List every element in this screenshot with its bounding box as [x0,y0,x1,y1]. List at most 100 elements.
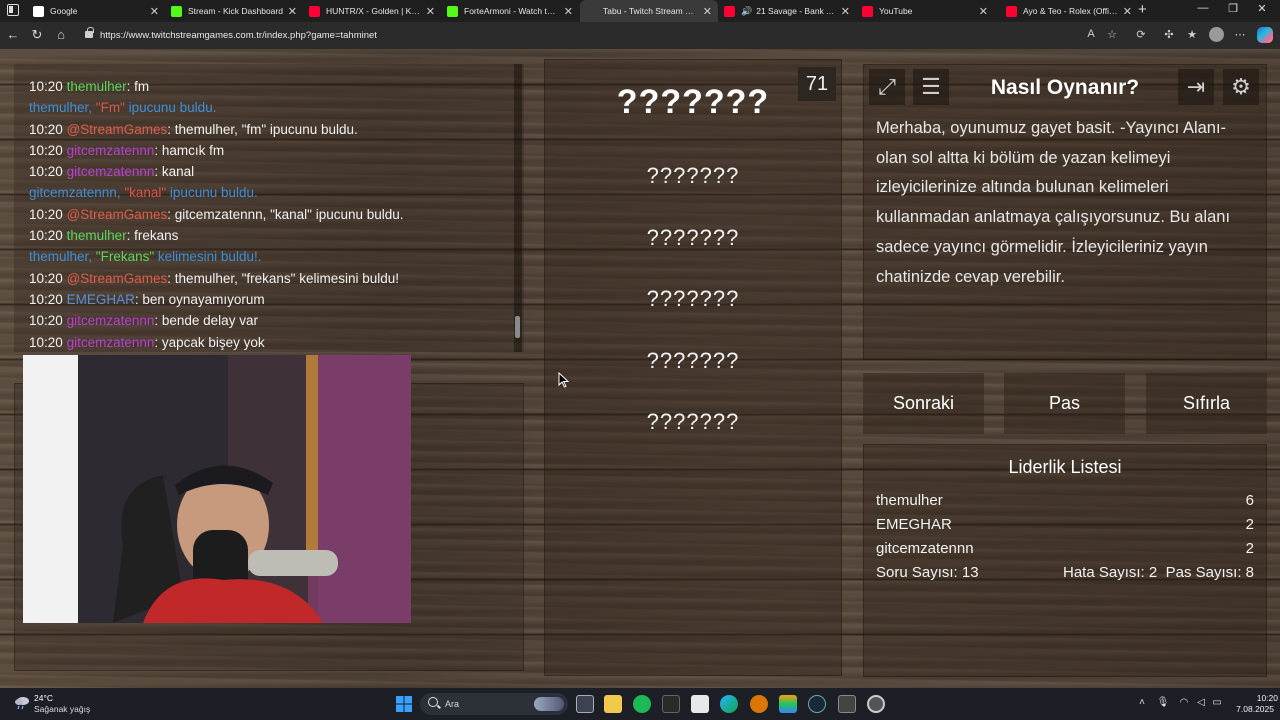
minimize-button[interactable]: — [1193,2,1213,14]
tab-title: YouTube [879,6,913,16]
clock-time[interactable]: 10:20 [1238,693,1278,703]
back-icon[interactable]: ← [5,27,21,42]
tab-favicon-icon [447,5,458,17]
chat-scroll-thumb[interactable] [515,316,520,338]
file-explorer-icon[interactable] [604,695,622,713]
browser-tab[interactable]: Tabu - Twitch Stream Game ✕ [580,0,718,22]
app-icon[interactable] [750,695,768,713]
terminal-icon[interactable] [662,695,680,713]
notes-icon[interactable]: ☰ [913,69,949,105]
browser-tab[interactable]: YouTube ✕ [856,0,994,22]
chat-message: 10:20 @StreamGames: themulher, "fm" ipuc… [29,119,509,140]
task-view-icon[interactable] [576,695,594,713]
chat-text: : ben oynayamıyorum [134,291,265,307]
restore-button[interactable]: ❐ [1223,2,1243,15]
edge-browser-icon[interactable] [720,695,738,713]
pass-button[interactable]: Pas [1004,373,1125,434]
leaderboard-row: gitcemzatennn 2 [876,540,1254,560]
chat-message: 10:20 gitcemzatennn: yapcak bişey yok [29,332,509,353]
chat-message: 10:20 gitcemzatennn: hamcık fm [29,140,509,161]
clock-date[interactable]: 7.08.2025 [1226,704,1274,714]
fullscreen-icon[interactable]: ⤢ [869,69,905,105]
chat-timestamp: 10:20 [29,206,63,222]
reload-icon[interactable]: ↻ [29,27,45,43]
weather-temperature[interactable]: 24°C [34,693,53,703]
browser-tab[interactable]: Ayo & Teo - Rolex (Official ✕ [1000,0,1138,22]
chat-username: @StreamGames [66,206,168,222]
chat-username: @StreamGames [66,121,168,137]
profile-avatar[interactable] [1209,27,1224,42]
battery-icon[interactable]: ▭ [1210,697,1224,708]
search-highlight-icon[interactable] [534,697,564,711]
exit-icon[interactable]: ⇥ [1178,69,1214,105]
tab-close-icon[interactable]: ✕ [150,5,159,18]
obs-icon[interactable] [867,695,885,713]
chat-timestamp: 10:20 [29,164,63,180]
tab-close-icon[interactable]: ✕ [288,5,297,18]
weather-condition[interactable]: Sağanak yağış [34,704,90,714]
tab-close-icon[interactable]: ✕ [426,5,435,18]
capcut-icon[interactable] [691,695,709,713]
read-aloud-icon[interactable]: A [1083,28,1099,40]
browser-tab[interactable]: 🔊 21 Savage - Bank Acco ✕ [718,0,856,22]
chat-system-text: ipucunu buldu. [166,185,258,201]
chat-timestamp: 10:20 [29,334,63,350]
leaderboard-title: Liderlik Listesi [1008,457,1122,477]
browser-tab[interactable]: HUNTR/X - Golden | Kpop D ✕ [303,0,441,22]
windows-start-icon[interactable] [395,695,413,713]
player-name: themulher [876,492,943,509]
chat-timestamp: 10:20 [29,79,63,94]
copilot-icon[interactable] [1257,27,1273,43]
chat-username: gitcemzatennn [66,164,155,180]
spotify-icon[interactable] [633,695,651,713]
tab-favicon-icon [586,5,597,17]
extensions-icon[interactable]: ✣ [1161,28,1177,41]
tab-close-icon[interactable]: ✕ [703,5,712,18]
favorite-star-icon[interactable]: ☆ [1104,28,1120,41]
refresh-extension-icon[interactable]: ⟳ [1133,28,1149,41]
utility-app-icon[interactable] [838,695,856,713]
url-field[interactable]: https://www.twitchstreamgames.com.tr/ind… [100,30,377,41]
chat-text: : themulher, "fm" ipucunu buldu. [167,121,358,137]
tab-close-icon[interactable]: ✕ [841,5,850,18]
steam-icon[interactable] [808,695,826,713]
chat-message: themulher, "Fm" ipucunu buldu. [29,97,509,118]
volume-icon[interactable]: ◁ [1194,697,1208,708]
chat-message: 10:20 @StreamGames: gitcemzatennn, "kana… [29,204,509,225]
favorites-icon[interactable]: ★ [1184,28,1200,41]
close-window-button[interactable]: ✕ [1252,2,1272,15]
reset-button[interactable]: Sıfırla [1146,373,1267,434]
player-score: 6 [1245,492,1254,509]
tab-close-icon[interactable]: ✕ [564,5,573,18]
taboo-word-4: ??????? [646,348,740,373]
settings-gear-icon[interactable]: ⚙ [1223,69,1259,105]
player-score: 2 [1245,540,1254,557]
chat-scrollbar[interactable] [514,64,522,352]
tab-favicon-icon [1006,5,1017,17]
chat-timestamp: 10:20 [29,142,63,158]
chevron-up-icon[interactable]: ˄ [1135,697,1149,708]
browser-tab[interactable]: Google ✕ [27,0,165,22]
tab-favicon-icon [171,5,182,17]
chat-text: : fm [126,79,150,94]
lock-icon[interactable] [85,27,94,38]
window-menu-icon[interactable] [7,4,19,16]
error-count: Hata Sayısı: 2 [1063,564,1158,581]
browser-tab[interactable]: Stream - Kick Dashboard ✕ [165,0,303,22]
stack-app-icon[interactable] [779,695,797,713]
chat-panel: 10:20 themulher: fm themulher, "Fm" ipucu… [14,64,524,352]
tab-close-icon[interactable]: ✕ [1123,5,1132,18]
tab-favicon-icon [33,5,44,17]
weather-rain-icon[interactable] [13,694,31,710]
wifi-icon[interactable]: ◠ [1177,697,1191,708]
chat-system-user: themulher, [29,100,96,116]
new-tab-button[interactable]: + [1138,1,1147,18]
tab-close-icon[interactable]: ✕ [979,5,988,18]
microphone-icon[interactable]: 🎙 [1156,697,1170,708]
more-menu-icon[interactable]: ⋯ [1232,28,1248,41]
browser-tab[interactable]: ForteArmoni - Watch the V ✕ [441,0,579,22]
next-button[interactable]: Sonraki [863,373,984,434]
chat-username: EMEGHAR [66,291,135,307]
tab-audio-icon[interactable]: 🔊 [741,6,752,17]
home-icon[interactable]: ⌂ [53,27,69,42]
